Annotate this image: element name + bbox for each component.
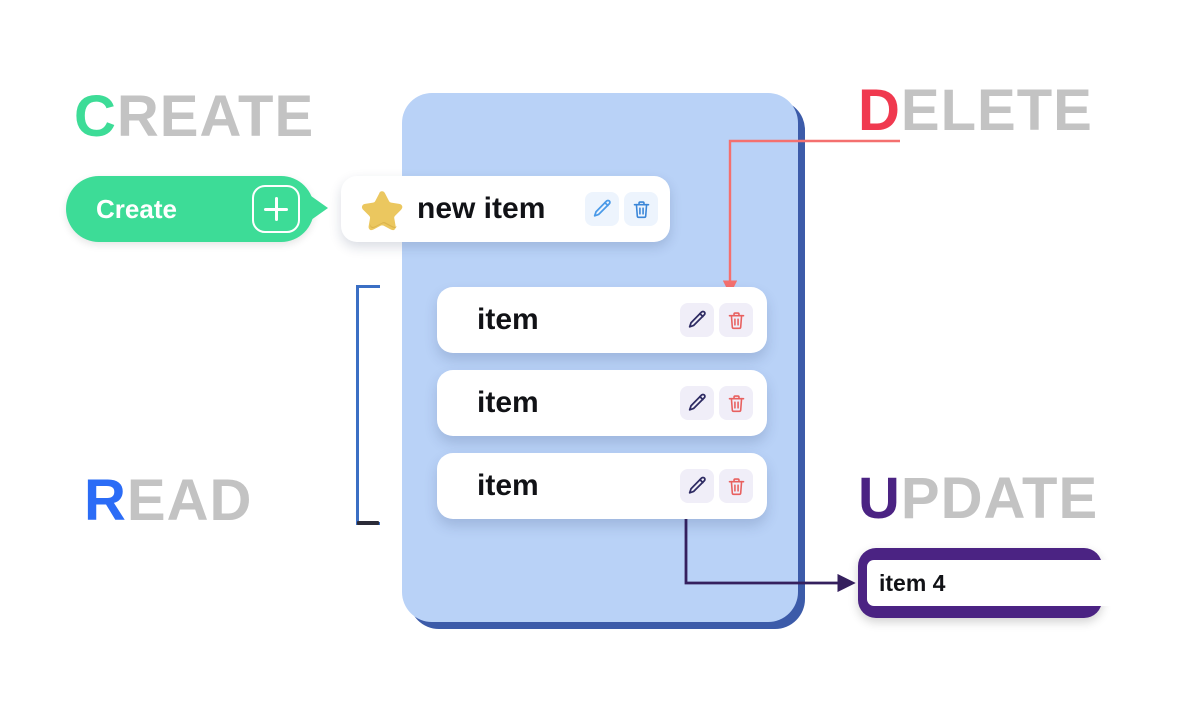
- create-accent-letter: C: [74, 84, 117, 149]
- read-bracket-tick: [357, 521, 379, 525]
- create-button[interactable]: Create: [66, 176, 314, 242]
- list-item-trash-icon[interactable]: [719, 469, 753, 503]
- new-item-pencil-icon[interactable]: [585, 192, 619, 226]
- star-icon: [361, 191, 403, 231]
- new-item-row[interactable]: new item: [341, 176, 670, 242]
- section-label-delete: DELETE: [858, 82, 1093, 140]
- plus-icon[interactable]: [252, 185, 300, 233]
- list-item[interactable]: item: [437, 370, 767, 436]
- new-item-trash-icon[interactable]: [624, 192, 658, 226]
- list-item-pencil-icon[interactable]: [680, 386, 714, 420]
- list-item-pencil-icon[interactable]: [680, 469, 714, 503]
- read-accent-letter: R: [84, 468, 127, 533]
- create-button-label: Create: [96, 193, 177, 224]
- new-item-label: new item: [417, 192, 546, 225]
- list-item-trash-icon[interactable]: [719, 303, 753, 337]
- crud-diagram: CREATE Create new item READ item item it…: [0, 0, 1200, 716]
- section-label-update: UPDATE: [858, 470, 1098, 528]
- update-widget: Update: [858, 548, 1199, 618]
- list-item[interactable]: item: [437, 287, 767, 353]
- read-bracket: [356, 285, 380, 525]
- list-item-label: item: [477, 303, 539, 336]
- create-label-rest: REATE: [116, 84, 315, 149]
- update-input[interactable]: [867, 560, 1199, 606]
- create-bubble-tail: [311, 196, 328, 220]
- section-label-create: CREATE: [74, 88, 314, 146]
- delete-accent-letter: D: [858, 78, 901, 143]
- delete-label-rest: ELETE: [900, 78, 1093, 143]
- list-item-trash-icon[interactable]: [719, 386, 753, 420]
- update-label-rest: PDATE: [900, 466, 1099, 531]
- list-item[interactable]: item: [437, 453, 767, 519]
- list-item-pencil-icon[interactable]: [680, 303, 714, 337]
- update-accent-letter: U: [858, 466, 901, 531]
- list-item-label: item: [477, 469, 539, 502]
- read-label-rest: EAD: [126, 468, 253, 533]
- list-item-label: item: [477, 386, 539, 419]
- list-card: [402, 93, 798, 622]
- section-label-read: READ: [84, 472, 252, 530]
